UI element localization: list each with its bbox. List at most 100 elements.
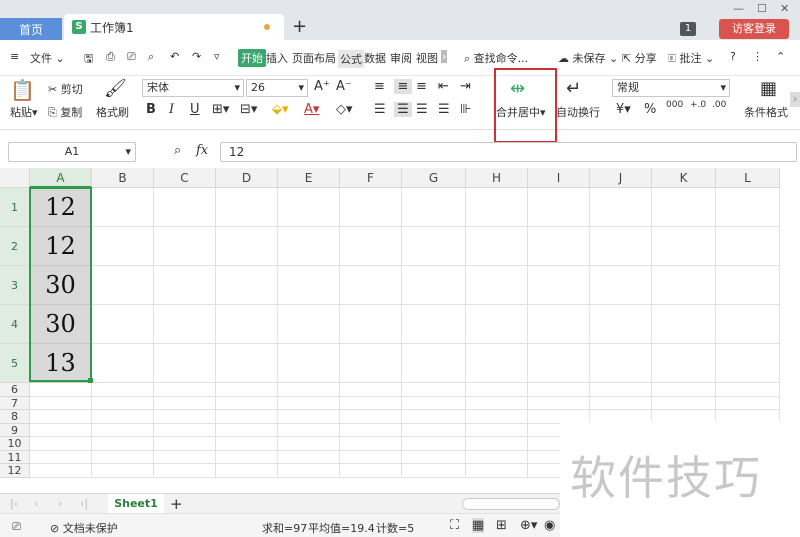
cell[interactable] [466,437,528,451]
cell[interactable] [528,383,590,397]
cell[interactable] [278,437,340,451]
cell[interactable] [92,383,154,397]
cell-a6[interactable] [30,383,92,397]
cell[interactable] [716,344,780,383]
new-tab-button[interactable]: + [292,16,307,37]
cell[interactable] [466,344,528,383]
cell[interactable] [340,188,402,227]
prev-sheet-icon[interactable]: ‹ [34,497,38,510]
cell[interactable] [466,266,528,305]
font-size-select[interactable]: 26 ▾ [246,79,308,97]
cell[interactable] [402,396,466,410]
eye-icon[interactable]: ◉ [544,518,555,533]
cell[interactable] [340,383,402,397]
redo-icon[interactable]: ↷ [192,50,201,63]
cell[interactable] [92,464,154,478]
cell[interactable] [154,450,216,464]
menu-page-layout[interactable]: 页面布局 [292,50,336,66]
cell[interactable] [340,396,402,410]
cell[interactable] [216,344,278,383]
cell[interactable] [340,227,402,266]
clear-icon[interactable]: ◇▾ [336,102,353,117]
unsaved-status[interactable]: ☁ 未保存 ⌄ [558,50,618,66]
cell-a7[interactable] [30,396,92,410]
row-header-1[interactable]: 1 [0,188,30,227]
normal-view-icon[interactable]: ▦ [472,518,485,533]
format-painter-icon[interactable]: 🖌 [104,78,127,99]
column-header-g[interactable]: G [402,168,466,188]
cell[interactable] [652,227,716,266]
column-header-e[interactable]: E [278,168,340,188]
cell[interactable] [92,396,154,410]
select-all-corner[interactable] [0,168,30,188]
row-header-2[interactable]: 2 [0,227,30,266]
column-header-k[interactable]: K [652,168,716,188]
cell-a12[interactable] [30,464,92,478]
font-name-select[interactable]: 宋体 ▾ [142,79,244,97]
align-center-icon[interactable]: ☰ [394,102,412,117]
row-header-4[interactable]: 4 [0,305,30,344]
cell[interactable] [154,227,216,266]
cell[interactable] [466,450,528,464]
align-left-icon[interactable]: ☰ [374,102,386,117]
cell-a3[interactable]: 30 [30,266,91,305]
cell[interactable] [216,188,278,227]
cell[interactable] [154,266,216,305]
cell[interactable] [402,227,466,266]
more-tabs-icon[interactable]: › [441,50,448,63]
cell[interactable] [590,396,652,410]
reading-mode-icon[interactable]: ⊕▾ [520,518,537,533]
justify-icon[interactable]: ☰ [438,102,450,117]
close-icon[interactable]: ✕ [780,2,789,15]
menu-insert[interactable]: 插入 [266,50,288,66]
cell[interactable] [340,437,402,451]
cell[interactable] [402,450,466,464]
column-header-h[interactable]: H [466,168,528,188]
cell[interactable] [340,423,402,437]
align-top-icon[interactable]: ≡ [374,79,385,94]
cell[interactable] [154,383,216,397]
cell[interactable] [154,188,216,227]
cell[interactable] [278,227,340,266]
cell[interactable] [402,410,466,424]
format-painter-button[interactable]: 格式刷 [96,104,129,120]
cell[interactable] [590,344,652,383]
cell[interactable] [590,227,652,266]
cell[interactable] [92,305,154,344]
fill-color-icon[interactable]: ⬙▾ [272,102,289,117]
share-button[interactable]: ⇱ 分享 [622,50,657,66]
cell[interactable] [340,344,402,383]
window-count-badge[interactable]: 1 [680,22,696,36]
cell[interactable] [466,383,528,397]
indent-decrease-icon[interactable]: ⇤ [438,79,449,94]
cell[interactable] [652,305,716,344]
menu-start[interactable]: 开始 [238,49,266,67]
sheet-tab-sheet1[interactable]: Sheet1 [108,494,164,514]
cell[interactable] [652,383,716,397]
cell[interactable] [528,266,590,305]
more-options-icon[interactable]: ⋮ [752,50,763,63]
cell[interactable] [652,188,716,227]
cell[interactable] [528,344,590,383]
cell[interactable] [402,423,466,437]
cell-a11[interactable] [30,450,92,464]
align-bottom-icon[interactable]: ≡ [416,79,427,94]
auto-wrap-button[interactable]: 自动换行 [556,104,600,120]
add-sheet-button[interactable]: + [170,495,183,513]
cell[interactable] [402,383,466,397]
cell[interactable] [92,344,154,383]
cell[interactable] [340,266,402,305]
cell[interactable] [716,396,780,410]
cell[interactable] [154,423,216,437]
cut-button[interactable]: ✂ 剪切 [48,81,83,97]
conditional-format-button[interactable]: 条件格式 [744,104,788,120]
cell[interactable] [216,464,278,478]
conditional-format-icon[interactable]: ▦ [760,78,777,99]
menu-view[interactable]: 视图 [416,50,438,66]
align-right-icon[interactable]: ☰ [416,102,428,117]
row-header-10[interactable]: 10 [0,437,30,451]
column-header-d[interactable]: D [216,168,278,188]
cell[interactable] [716,188,780,227]
row-header-3[interactable]: 3 [0,266,30,305]
record-icon[interactable]: ⎚ [12,520,21,534]
